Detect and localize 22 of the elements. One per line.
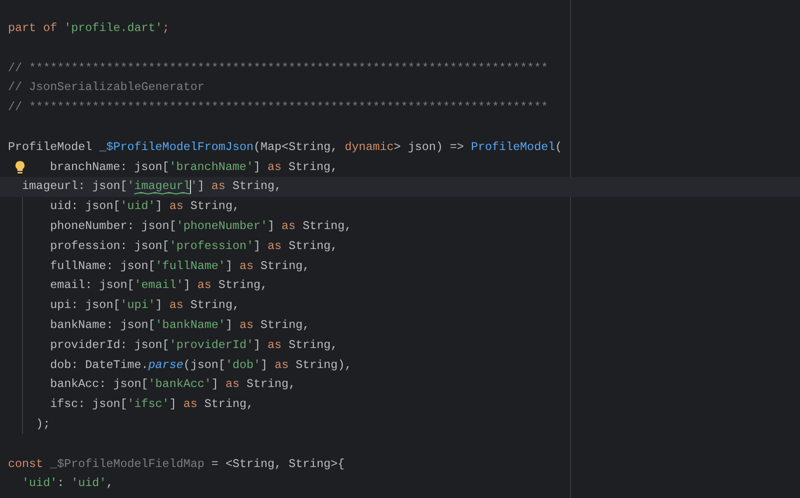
code-line: // JsonSerializableGenerator [7, 79, 204, 96]
code-line: upi: json['upi'] as String, [49, 297, 240, 314]
code-line: branchName: json['branchName'] as String, [50, 158, 338, 176]
code-line: ); [35, 416, 50, 433]
code-line: ProfileModel _$ProfileModelFromJson(Map<String, dynamic> json) => ProfileModel( [7, 138, 562, 156]
code-line: 'uid': 'uid', [21, 475, 114, 492]
code-line: bankName: json['bankName'] as String, [49, 316, 310, 334]
code-line: // ************************************************************************** [7, 60, 548, 77]
code-line: imageurl: json['imageurl'] as String, [21, 178, 282, 196]
code-line: bankAcc: json['bankAcc'] as String, [49, 376, 296, 394]
code-line: providerId: json['providerId'] as String, [49, 336, 338, 354]
code-line: const _$ProfileModelFieldMap = <String, String>{ [7, 456, 345, 473]
lightbulb-icon[interactable] [14, 160, 26, 175]
code-line: dob: DateTime.parse(json['dob'] as String), [49, 356, 352, 374]
code-line: ifsc: json['ifsc'] as String, [49, 396, 254, 414]
code-line: part of 'profile.dart'; [7, 20, 170, 37]
code-line: email: json['email'] as String, [49, 277, 268, 294]
code-line: uid: json['uid'] as String, [49, 198, 240, 216]
code-line: fullName: json['fullName'] as String, [49, 258, 310, 275]
code-line: profession: json['profession'] as String, [49, 238, 338, 255]
code-line: phoneNumber: json['phoneNumber'] as String, [49, 218, 352, 235]
code-line: // ************************************************************************** [7, 99, 548, 116]
